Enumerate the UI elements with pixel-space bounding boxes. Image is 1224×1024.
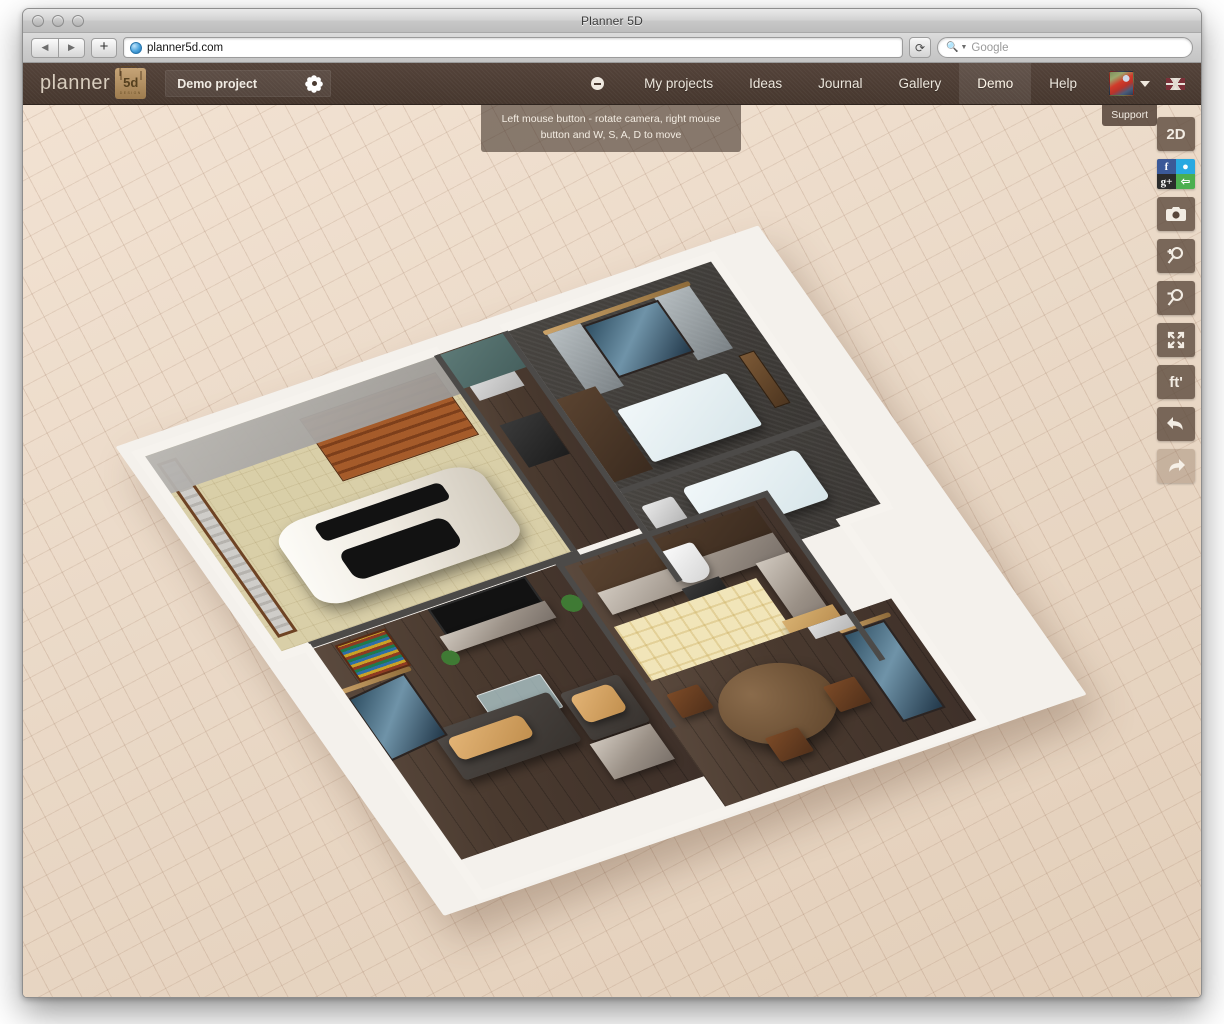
- units-toggle[interactable]: ft': [1157, 365, 1195, 399]
- logo-wordmark: planner: [40, 72, 110, 95]
- minus-circle-icon: [591, 77, 604, 90]
- nav-item-my-projects[interactable]: My projects: [626, 63, 731, 104]
- window-title: Planner 5D: [23, 14, 1201, 28]
- nav-item-gallery[interactable]: Gallery: [880, 63, 959, 104]
- isometric-house: [59, 180, 1165, 958]
- zoom-out-icon[interactable]: [1157, 281, 1195, 315]
- chevron-down-icon: [1140, 81, 1150, 87]
- logo-badge-sub: DESIGN: [120, 91, 142, 95]
- camera-icon[interactable]: [1157, 197, 1195, 231]
- facebook-icon[interactable]: f: [1157, 159, 1176, 174]
- new-tab-button[interactable]: +: [91, 38, 117, 58]
- redo-icon[interactable]: [1157, 449, 1195, 483]
- share-icon[interactable]: ⇦: [1176, 174, 1195, 189]
- close-button[interactable]: [32, 15, 44, 27]
- uk-flag-icon: [1166, 78, 1185, 90]
- search-icon: 🔍: [946, 42, 958, 53]
- gear-icon[interactable]: [307, 77, 321, 91]
- search-field[interactable]: 🔍 ▼ Google: [937, 37, 1193, 58]
- reload-button[interactable]: ⟳: [909, 37, 931, 58]
- minimize-button[interactable]: [52, 15, 64, 27]
- view-2d-toggle[interactable]: 2D: [1157, 117, 1195, 151]
- support-tab[interactable]: Support: [1102, 105, 1157, 126]
- undo-icon[interactable]: [1157, 407, 1195, 441]
- nav-minus-button[interactable]: [569, 63, 626, 104]
- googleplus-icon[interactable]: g+: [1157, 174, 1176, 189]
- chevron-down-icon: ▼: [960, 44, 967, 51]
- back-button[interactable]: ◀: [31, 38, 58, 58]
- design-canvas[interactable]: Left mouse button - rotate camera, right…: [23, 105, 1201, 998]
- globe-icon: [130, 42, 142, 54]
- planner5d-app: planner 5d DESIGN Demo project My projec…: [23, 63, 1201, 998]
- main-nav: My projects Ideas Journal Gallery Demo H…: [569, 63, 1201, 104]
- traffic-lights: [32, 15, 84, 27]
- nav-item-help[interactable]: Help: [1031, 63, 1095, 104]
- fullscreen-icon[interactable]: [1157, 323, 1195, 357]
- avatar: [1109, 71, 1134, 96]
- browser-toolbar: ◀ ▶ + planner5d.com ⟳ 🔍 ▼ Google: [23, 33, 1201, 63]
- address-bar[interactable]: planner5d.com: [123, 37, 903, 58]
- search-placeholder: Google: [971, 42, 1008, 54]
- dining-chair-1: [666, 684, 714, 718]
- zoom-button[interactable]: [72, 15, 84, 27]
- language-switcher[interactable]: [1156, 63, 1201, 104]
- browser-window: Planner 5D ◀ ▶ + planner5d.com ⟳ 🔍 ▼ Goo…: [22, 8, 1202, 998]
- house-icon: [120, 71, 141, 80]
- nav-item-ideas[interactable]: Ideas: [731, 63, 800, 104]
- zoom-in-icon[interactable]: [1157, 239, 1195, 273]
- right-toolbar: 2D f ● g+ ⇦: [1157, 117, 1195, 483]
- logo[interactable]: planner 5d DESIGN: [23, 63, 146, 104]
- forward-button[interactable]: ▶: [58, 38, 85, 58]
- social-share-group: f ● g+ ⇦: [1157, 159, 1195, 189]
- twitter-icon[interactable]: ●: [1176, 159, 1195, 174]
- app-header: planner 5d DESIGN Demo project My projec…: [23, 63, 1201, 105]
- account-menu[interactable]: [1095, 63, 1156, 104]
- nav-item-demo[interactable]: Demo: [959, 63, 1031, 104]
- browser-titlebar[interactable]: Planner 5D: [23, 9, 1201, 33]
- logo-badge-icon: 5d DESIGN: [115, 68, 146, 99]
- camera-hint-tooltip: Left mouse button - rotate camera, right…: [481, 105, 741, 152]
- project-name-field[interactable]: Demo project: [165, 70, 331, 97]
- url-text: planner5d.com: [147, 42, 223, 54]
- project-name-value: Demo project: [177, 77, 257, 91]
- nav-buttons: ◀ ▶: [31, 38, 85, 58]
- nav-item-journal[interactable]: Journal: [800, 63, 880, 104]
- floorplan-scene: [23, 105, 1201, 998]
